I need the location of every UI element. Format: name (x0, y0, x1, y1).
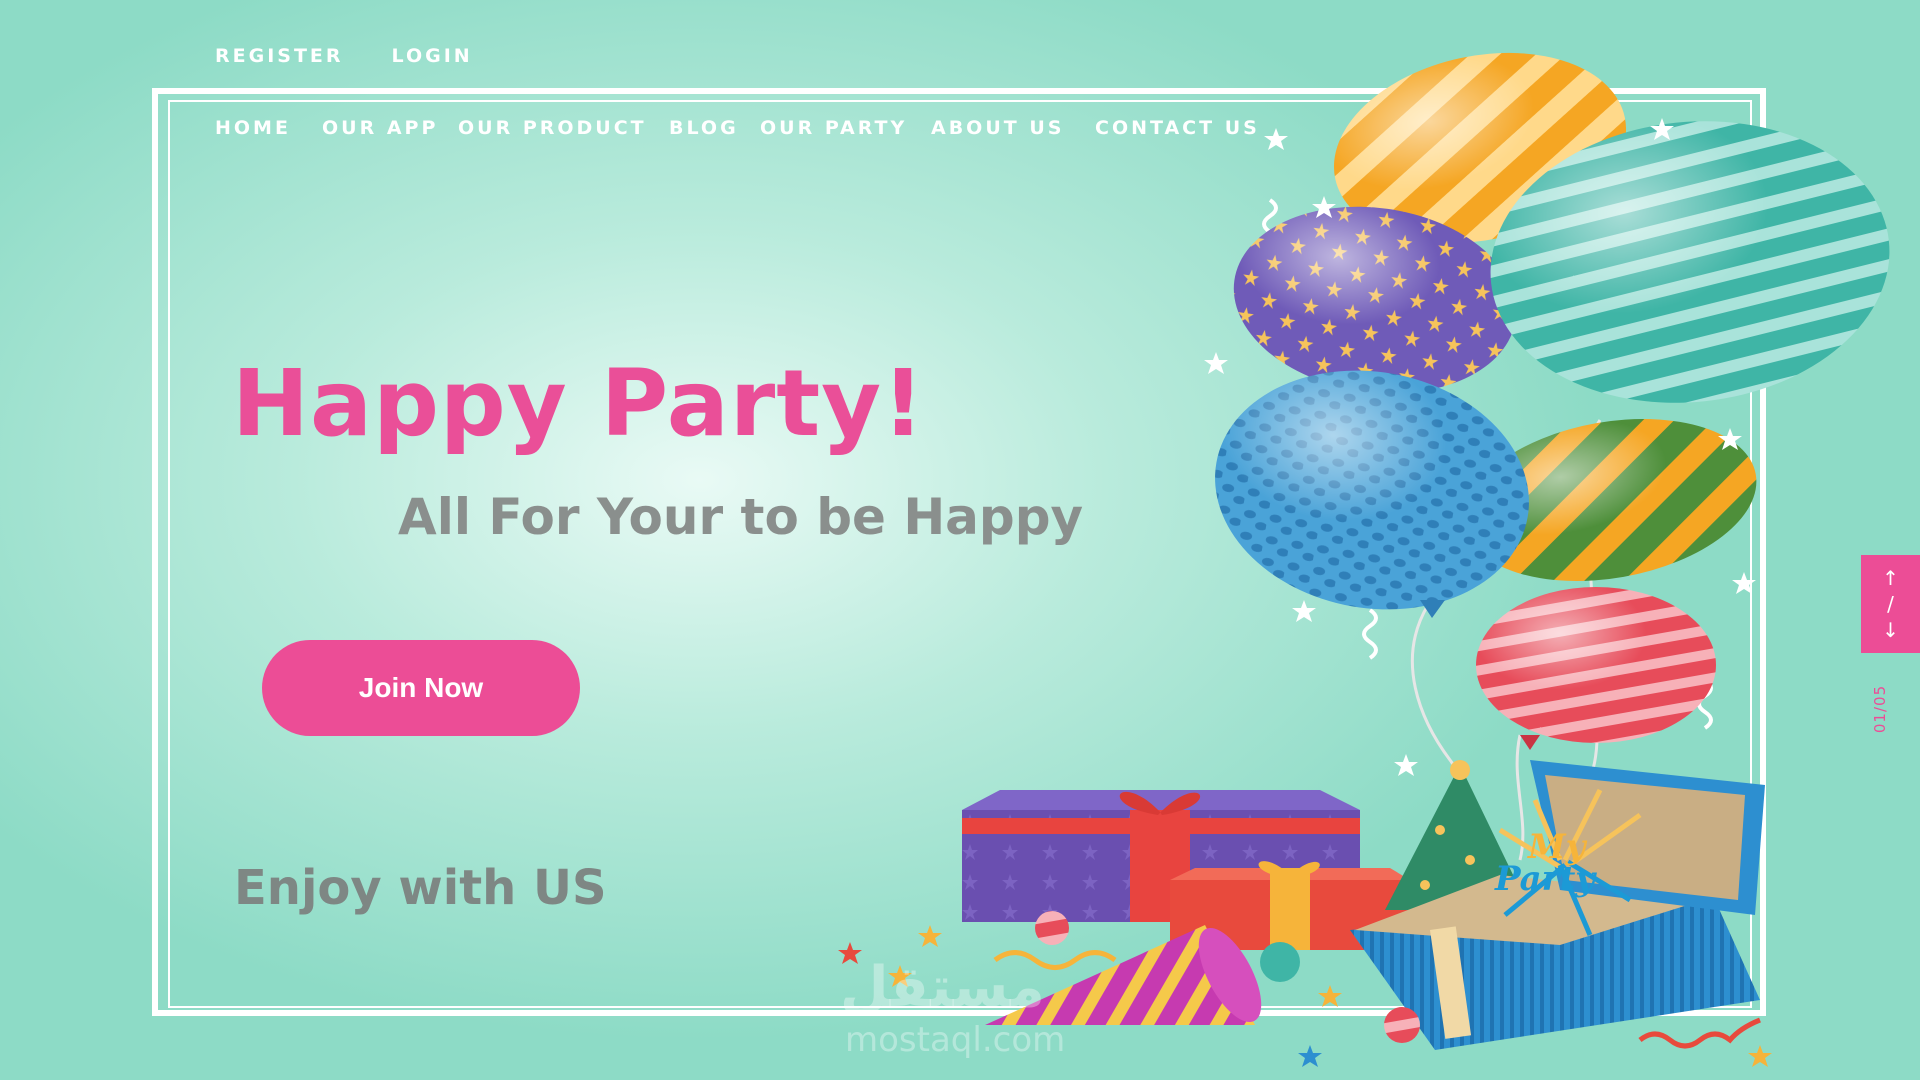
watermark: mostaql.com (845, 1020, 1066, 1060)
balloon-red (1476, 587, 1716, 750)
arrow-up-icon[interactable]: ↑ (1882, 565, 1899, 591)
slide-counter-text: 01/05 (1871, 684, 1890, 734)
slide-pager[interactable]: ↑ / ↓ (1861, 555, 1920, 653)
pager-divider: / (1887, 592, 1894, 616)
party-illustration: My Party (838, 52, 1890, 1067)
watermark-arabic: مستقل (840, 955, 1045, 1020)
arrow-down-icon[interactable]: ↓ (1882, 617, 1899, 643)
box-logo-party: Party (1494, 859, 1597, 899)
balloon-blue (1215, 370, 1529, 618)
